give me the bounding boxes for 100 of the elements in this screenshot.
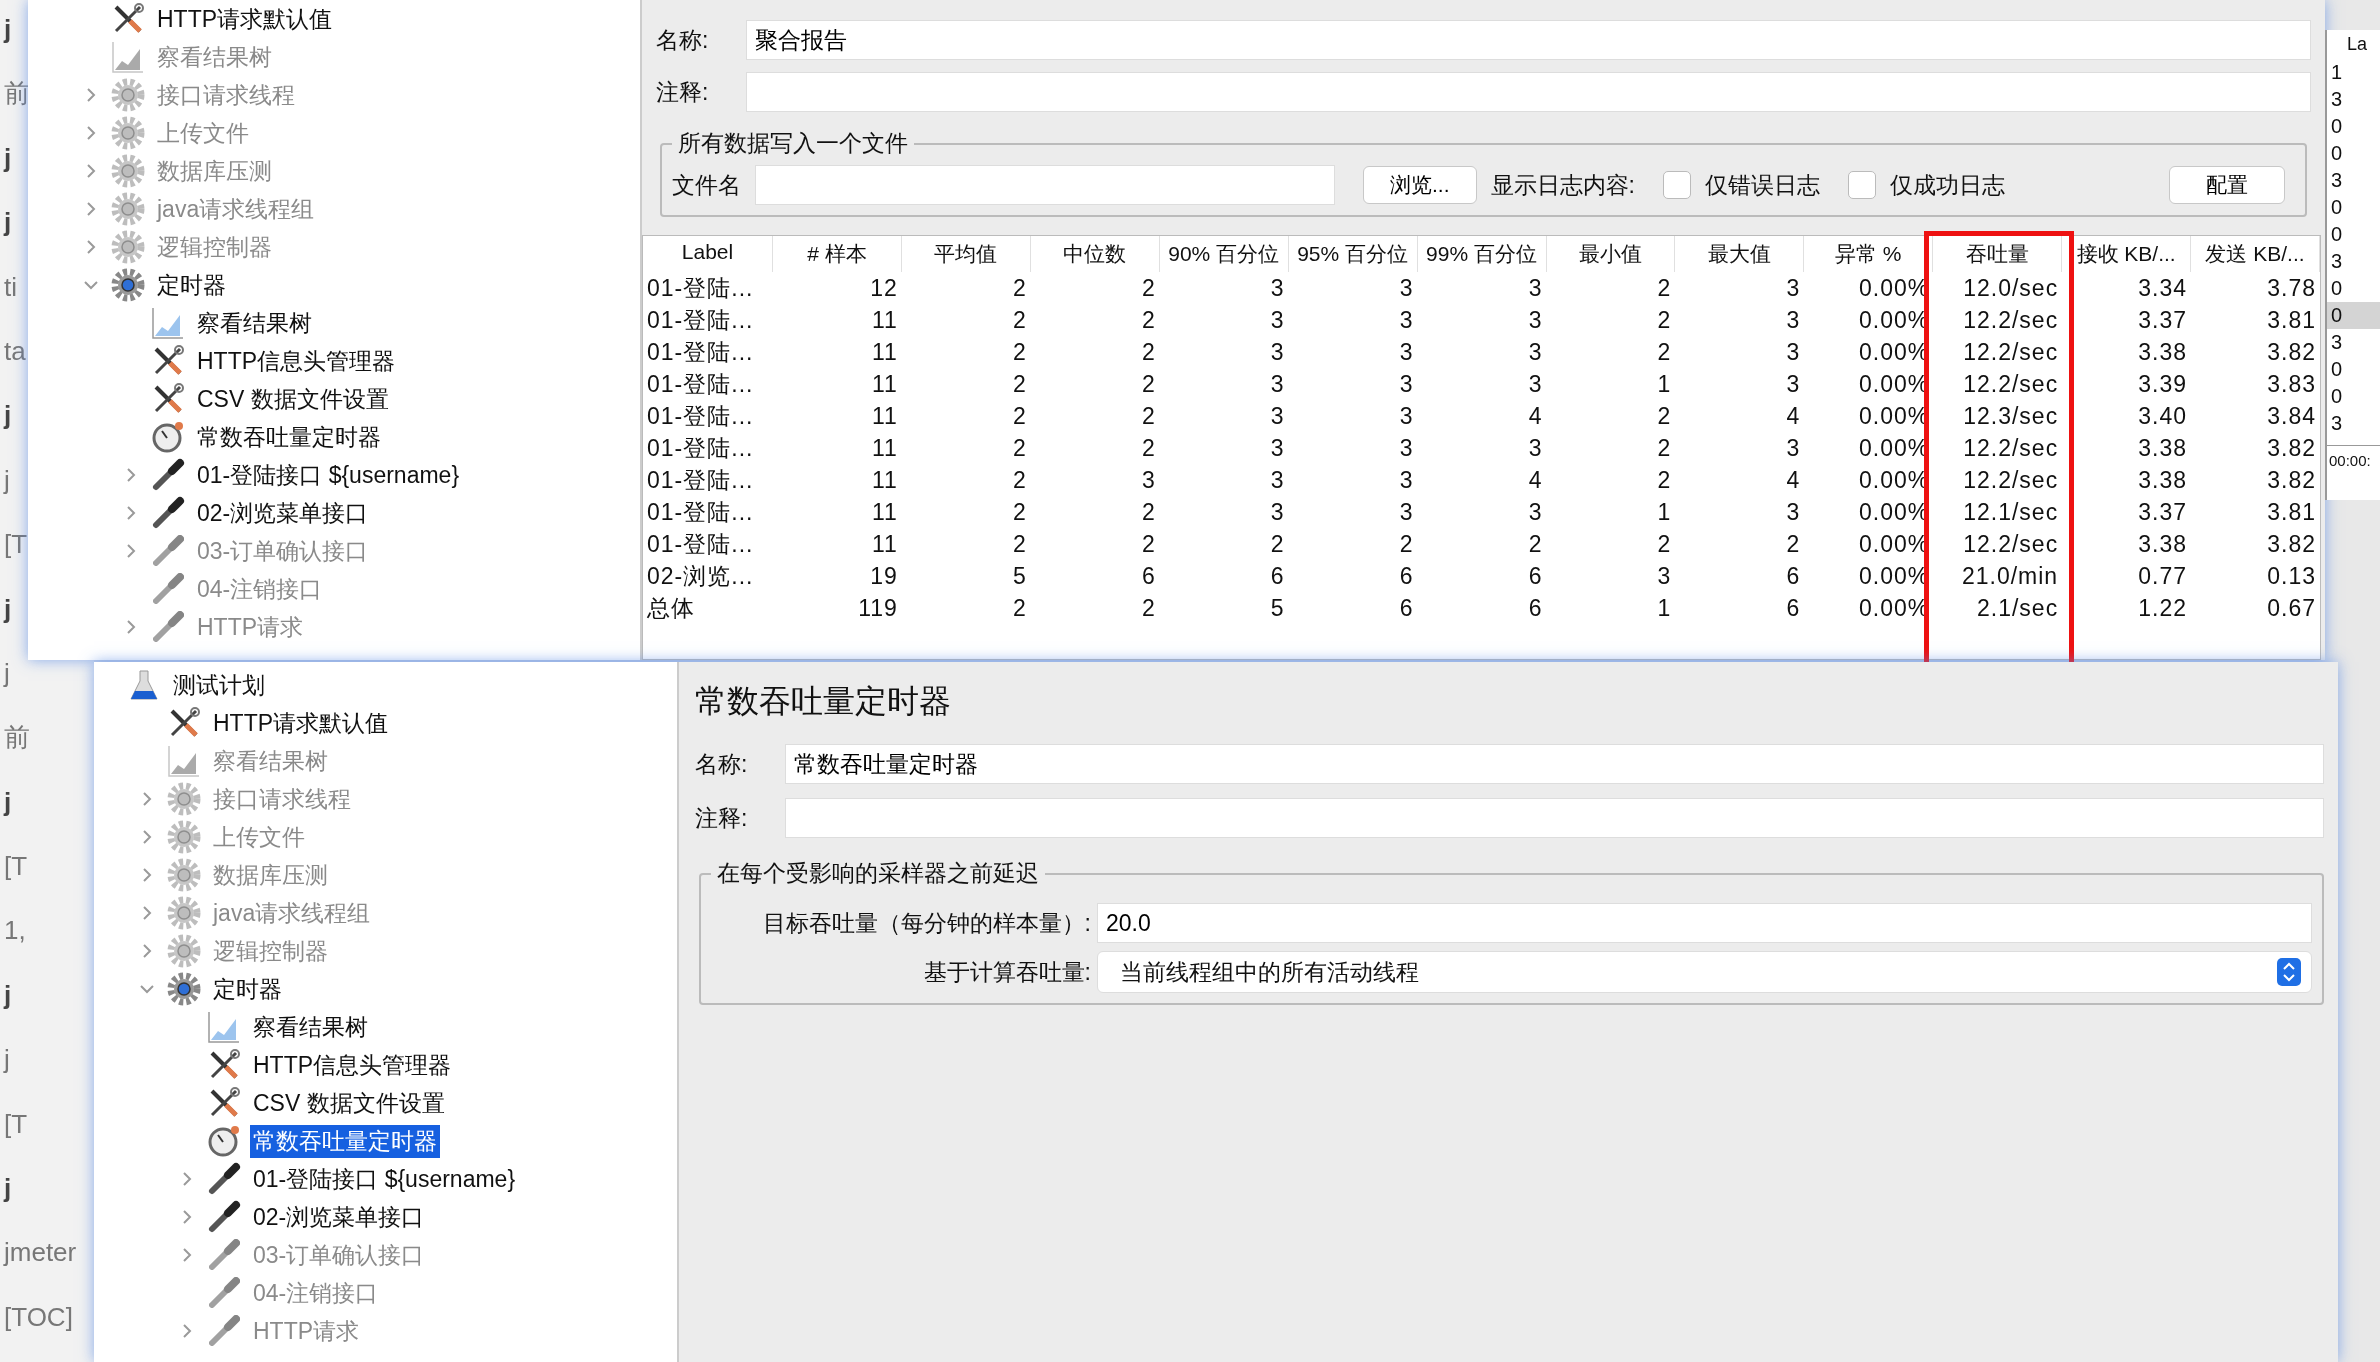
table-cell-text: 2 xyxy=(1140,274,1157,303)
table-cell-text: 01-登陆... xyxy=(646,434,755,463)
field-label: 目标吞吐量（每分钟的样本量）: xyxy=(761,908,1091,938)
table-cell-text: 0.00% xyxy=(1858,594,1931,623)
tree-item[interactable]: 定时器 xyxy=(210,972,285,1006)
tree-item[interactable]: CSV 数据文件设置 xyxy=(194,382,392,416)
config-button[interactable]: 配置 xyxy=(2169,166,2285,204)
table-cell-text: 3 xyxy=(1527,498,1544,527)
tree-item[interactable]: HTTP信息头管理器 xyxy=(194,344,399,378)
column-header[interactable]: 接收 KB/... xyxy=(2062,236,2192,272)
table-cell-text: 2 xyxy=(1140,338,1157,367)
column-header[interactable]: 95% 百分位 xyxy=(1288,236,1418,272)
table-cell-text: 11 xyxy=(871,402,899,431)
page-text: 1, xyxy=(4,915,26,946)
browse-button[interactable]: 浏览... xyxy=(1363,166,1477,204)
table-cell-text: 3 xyxy=(1269,498,1286,527)
name-field[interactable]: 常数吞吐量定时器 xyxy=(785,744,2324,784)
table-cell-text: 1 xyxy=(2330,60,2344,85)
table-cell-text: 119 xyxy=(857,594,899,623)
table-cell-text: 3 xyxy=(1527,338,1544,367)
table-cell-text: 2 xyxy=(1656,402,1673,431)
tree-item[interactable]: 测试计划 xyxy=(170,668,268,702)
tree-item[interactable]: 察看结果树 xyxy=(250,1010,371,1044)
page-text: j xyxy=(4,593,12,624)
group-title: 所有数据写入一个文件 xyxy=(677,129,909,158)
basis-dropdown[interactable]: 当前线程组中的所有活动线程 xyxy=(1097,951,2312,993)
column-header[interactable]: 发送 KB/... xyxy=(2191,236,2320,272)
column-header[interactable]: 最大值 xyxy=(1675,236,1805,272)
column-header[interactable]: 99% 百分位 xyxy=(1417,236,1547,272)
column-header[interactable]: # 样本 xyxy=(773,236,902,272)
column-header[interactable]: 异常 % xyxy=(1804,236,1934,272)
table-cell-text: 3 xyxy=(2330,87,2344,112)
group-title: 在每个受影响的采样器之前延迟 xyxy=(716,859,1040,888)
table-cell-text: 5 xyxy=(1012,562,1028,591)
table-cell-text: 0.00% xyxy=(1858,338,1931,367)
field-label: 文件名 xyxy=(672,170,741,200)
table-cell-text: 2 xyxy=(1656,434,1673,463)
table-cell-text: 4 xyxy=(1527,466,1544,495)
column-header[interactable]: 中位数 xyxy=(1030,236,1160,272)
table-cell-text: 6 xyxy=(1527,594,1544,623)
tree-item[interactable]: 01-登陆接口 ${username} xyxy=(250,1162,519,1196)
tree-item[interactable]: 02-浏览菜单接口 xyxy=(194,496,372,530)
comment-field[interactable] xyxy=(746,72,2311,112)
comment-field[interactable] xyxy=(785,798,2324,838)
tree-item[interactable]: 察看结果树 xyxy=(194,306,315,340)
table-cell-text: 总体 xyxy=(646,594,696,623)
tree-item[interactable]: 02-浏览菜单接口 xyxy=(250,1200,428,1234)
table-cell-text: 12.3/sec xyxy=(1962,402,2060,431)
table-cell-text: 2 xyxy=(1140,530,1157,559)
tree-item[interactable]: 常数吞吐量定时器 xyxy=(250,1124,440,1158)
tree-item[interactable]: 01-登陆接口 ${username} xyxy=(194,458,463,492)
table-cell-text: 3.83 xyxy=(2266,370,2317,399)
table-cell-text: 6 xyxy=(1398,594,1415,623)
checkbox[interactable] xyxy=(1662,171,1691,199)
tree-item[interactable]: HTTP信息头管理器 xyxy=(250,1048,455,1082)
table-cell-text: 1.22 xyxy=(2137,594,2189,623)
table-cell-text: 3.34 xyxy=(2137,274,2189,303)
page-text: j xyxy=(4,400,12,431)
column-header[interactable]: 90% 百分位 xyxy=(1159,236,1289,272)
table-cell-text: 01-登陆... xyxy=(646,530,755,559)
tree-item[interactable]: HTTP请求默认值 xyxy=(154,2,336,36)
column-header[interactable]: Label xyxy=(643,236,773,272)
table-cell-text: 2 xyxy=(1656,306,1673,335)
column-header[interactable]: 最小值 xyxy=(1546,236,1676,272)
page-text: [T xyxy=(4,529,28,560)
table-cell-text: 4 xyxy=(1785,402,1802,431)
table-cell-text: 3.81 xyxy=(2266,306,2317,335)
table-cell-text: 0.00% xyxy=(1858,306,1931,335)
name-field[interactable]: 聚合报告 xyxy=(746,20,2311,60)
checkbox[interactable] xyxy=(1847,171,1876,199)
table-cell-text: 3 xyxy=(1785,274,1802,303)
table-cell-text: 3 xyxy=(1269,434,1286,463)
table-cell-text: 6 xyxy=(1140,562,1157,591)
tree-item[interactable]: CSV 数据文件设置 xyxy=(250,1086,448,1120)
tree-item[interactable]: 常数吞吐量定时器 xyxy=(194,420,384,454)
table-cell-text: 2 xyxy=(1012,466,1028,495)
table-cell-text: 0.77 xyxy=(2137,562,2189,591)
table-cell-text: 3.82 xyxy=(2266,530,2317,559)
tree-item[interactable]: HTTP请求默认值 xyxy=(210,706,392,740)
column-header[interactable]: 吞吐量 xyxy=(1933,236,2063,272)
table-cell-text: 11 xyxy=(871,466,899,495)
table-cell-text: 3.81 xyxy=(2266,498,2317,527)
table-cell-text: 3.82 xyxy=(2266,466,2317,495)
filename-field[interactable] xyxy=(755,165,1335,205)
tree-item[interactable]: 定时器 xyxy=(154,268,229,302)
table-cell-text: 3 xyxy=(1398,498,1415,527)
table-cell-text: 3 xyxy=(1398,338,1415,367)
table-cell-text: 2 xyxy=(1012,530,1028,559)
page-text: [TOC] xyxy=(4,1301,73,1332)
page-text: j xyxy=(4,1173,12,1204)
table-cell-text: 3.38 xyxy=(2137,434,2189,463)
throughput-field[interactable]: 20.0 xyxy=(1097,903,2312,943)
table-cell-text: 02-浏览... xyxy=(646,562,755,591)
page-text: j xyxy=(4,786,12,817)
table-cell-text: 1 xyxy=(1656,594,1673,623)
column-header[interactable]: 平均值 xyxy=(901,236,1031,272)
page-text: 前 xyxy=(4,78,30,109)
table-cell-text: 2 xyxy=(1140,370,1157,399)
table-cell-text: 3 xyxy=(1269,306,1286,335)
table-cell-text: 2 xyxy=(1140,498,1157,527)
